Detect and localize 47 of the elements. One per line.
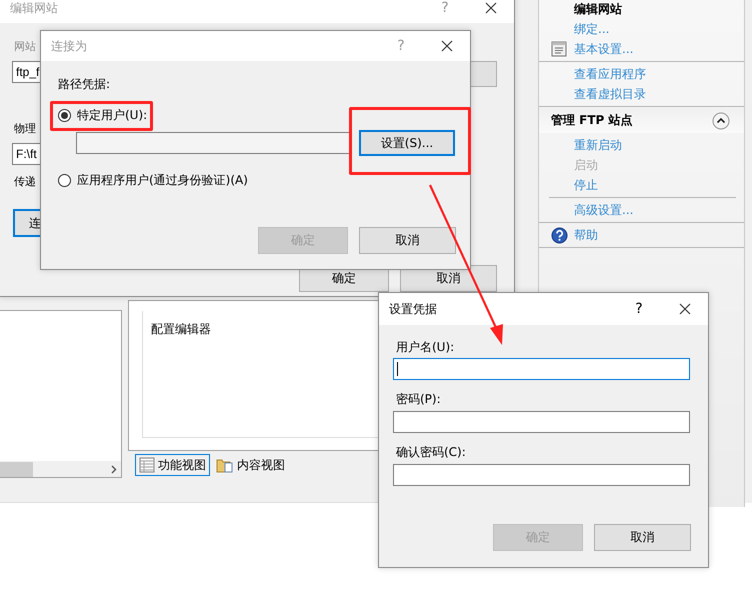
radio-button[interactable]	[58, 174, 71, 187]
view-tab[interactable]: 功能视图	[135, 454, 210, 476]
user-field[interactable]	[76, 132, 352, 154]
action-link[interactable]: 高级设置...	[574, 202, 634, 218]
field-label: 密码(P):	[396, 392, 441, 406]
settings-button[interactable]: 设置(S)...	[359, 130, 455, 156]
field-label: 确认密码(C):	[396, 445, 466, 459]
collapse-icon[interactable]	[712, 112, 730, 130]
action-link[interactable]: 停止	[574, 176, 598, 194]
help-icon	[551, 227, 568, 244]
folder-icon	[216, 457, 234, 473]
pass-through-label: 传递	[14, 175, 36, 189]
input-field[interactable]	[393, 411, 690, 433]
input-field[interactable]	[393, 358, 690, 380]
pane-heading: 编辑网站	[574, 0, 622, 18]
grid-list-icon	[139, 457, 155, 473]
field-label: 用户名(U):	[396, 340, 454, 354]
help-button[interactable]: ?	[378, 38, 424, 54]
scrollbar[interactable]	[0, 461, 121, 477]
cancel-button[interactable]: 取消	[359, 227, 456, 254]
action-link[interactable]: 帮助	[574, 226, 598, 244]
group-label: 路径凭据:	[58, 77, 110, 91]
radio-label[interactable]: 特定用户(U):	[77, 107, 148, 124]
cancel-button[interactable]: 取消	[594, 524, 691, 551]
view-tab[interactable]: 内容视图	[212, 454, 289, 476]
close-icon[interactable]	[485, 2, 497, 14]
radio-button[interactable]	[58, 109, 71, 122]
help-button[interactable]: ?	[422, 0, 468, 16]
close-icon[interactable]	[679, 303, 691, 315]
button[interactable]	[469, 61, 497, 87]
action-link[interactable]: 查看应用程序	[574, 66, 646, 82]
action-link[interactable]: 查看虚拟目录	[574, 86, 646, 102]
properties-icon	[551, 41, 567, 57]
action-link[interactable]: 绑定...	[574, 20, 610, 38]
physical-path-label: 物理	[14, 122, 36, 136]
site-label: 网站	[14, 40, 36, 54]
action-link[interactable]: 基本设置...	[574, 40, 634, 58]
window-title: 编辑网站	[10, 0, 59, 16]
window-title: 连接为	[51, 38, 88, 54]
window-title: 设置凭据	[389, 300, 438, 318]
section-header[interactable]: 管理 FTP 站点	[539, 108, 744, 133]
chevron-right-icon[interactable]	[111, 464, 117, 474]
close-icon[interactable]	[441, 40, 453, 52]
input-field[interactable]	[393, 464, 690, 486]
help-button[interactable]: ?	[616, 301, 662, 317]
radio-label[interactable]: 应用程序用户(通过身份验证)(A)	[77, 172, 248, 189]
action-link[interactable]: 重新启动	[574, 136, 622, 154]
